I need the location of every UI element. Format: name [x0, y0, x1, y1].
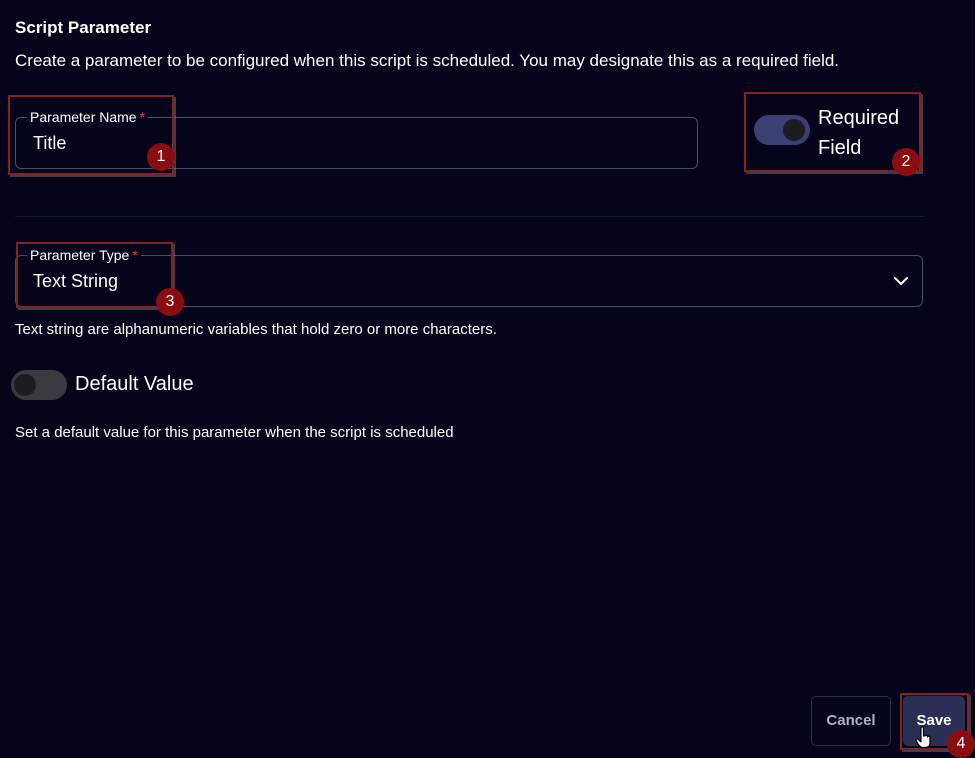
default-value-label: Default Value [75, 373, 194, 395]
section-divider [15, 216, 925, 217]
annotation-box-3 [16, 242, 173, 308]
page-title: Script Parameter [15, 18, 152, 37]
default-value-helper: Set a default value for this parameter w… [15, 424, 454, 441]
annotation-badge-4: 4 [947, 730, 975, 758]
page-description: Create a parameter to be configured when… [15, 51, 840, 70]
parameter-type-helper: Text string are alphanumeric variables t… [15, 321, 497, 338]
annotation-badge-2: 2 [892, 148, 920, 176]
default-value-toggle[interactable] [11, 370, 67, 400]
annotation-badge-1: 1 [147, 143, 175, 171]
annotation-badge-3: 3 [156, 288, 184, 316]
default-value-toggle-knob [14, 374, 36, 396]
chevron-down-icon[interactable] [892, 274, 910, 288]
cancel-button[interactable]: Cancel [811, 696, 891, 746]
